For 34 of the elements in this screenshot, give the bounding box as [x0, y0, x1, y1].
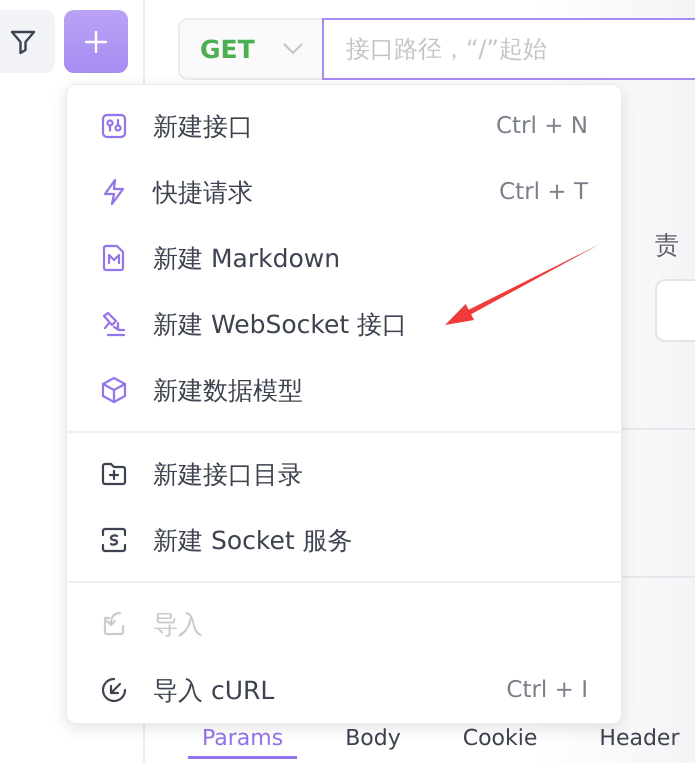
menu-item-label: 新建数据模型: [153, 374, 303, 406]
menu-item[interactable]: 新建数据模型: [67, 357, 621, 423]
shortcut-text: Ctrl + I: [506, 677, 588, 703]
menu-item-label: 新建 Socket 服务: [153, 524, 353, 556]
folder-plus-icon: [100, 460, 128, 488]
menu-item-label: 导入: [153, 608, 203, 640]
menu-item[interactable]: 新建 Socket 服务: [67, 507, 621, 573]
menu-item-label: 新建 WebSocket 接口: [153, 308, 408, 340]
filter-button[interactable]: [0, 10, 55, 73]
menu-item-label: 新建接口: [153, 110, 253, 142]
shortcut-text: Ctrl + N: [496, 113, 588, 139]
socket-icon: [100, 526, 128, 554]
menu-item[interactable]: 导入 cURL Ctrl + I: [67, 657, 621, 723]
menu-item[interactable]: 快捷请求 Ctrl + T: [67, 159, 621, 225]
menu-item[interactable]: 新建 WebSocket 接口: [67, 291, 621, 357]
tab[interactable]: Body: [331, 725, 415, 759]
shortcut-text: Ctrl + T: [499, 179, 588, 205]
cube-icon: [100, 376, 128, 404]
menu-item[interactable]: 新建接口目录: [67, 441, 621, 507]
chevron-down-icon: [282, 43, 303, 55]
menu-item-label: 导入 cURL: [153, 674, 274, 706]
menu-item-label: 新建接口目录: [153, 458, 303, 490]
menu-item[interactable]: 新建 Markdown: [67, 225, 621, 291]
add-button[interactable]: [64, 10, 128, 73]
api-icon: [100, 112, 128, 140]
plus-icon: [84, 30, 108, 54]
menu-item-label: 快捷请求: [153, 176, 253, 208]
curl-icon: [100, 676, 128, 704]
field-label: 责: [655, 230, 680, 260]
menu-item[interactable]: 新建接口 Ctrl + N: [67, 93, 621, 159]
tab[interactable]: Header: [585, 725, 694, 759]
menu-item-label: 新建 Markdown: [153, 242, 340, 274]
tab[interactable]: Cookie: [448, 725, 552, 759]
url-field[interactable]: 接口路径，“/”起始: [322, 18, 695, 80]
